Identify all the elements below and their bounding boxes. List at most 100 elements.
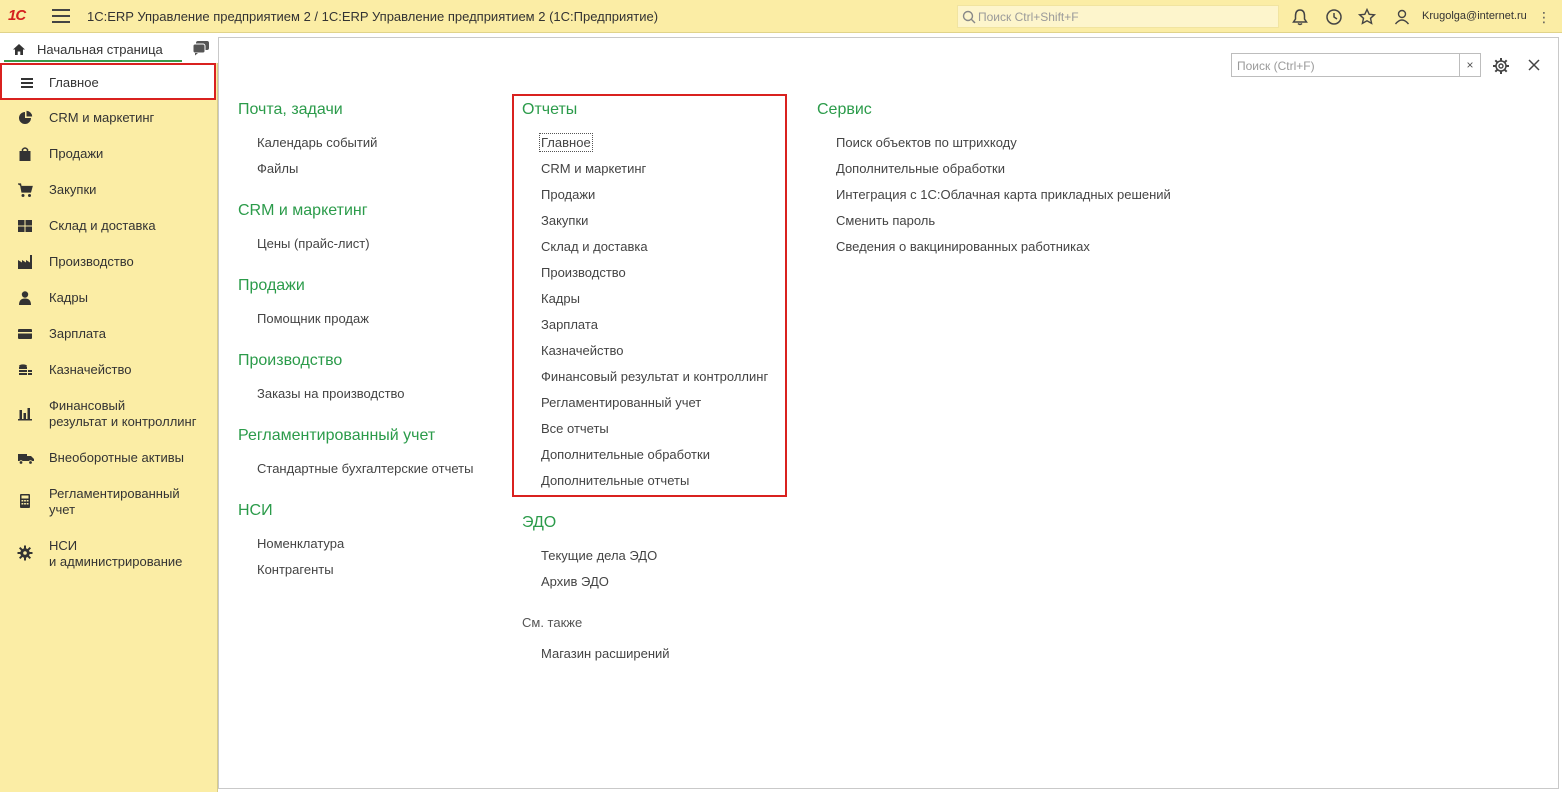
tab-strip: Начальная страница [0, 33, 218, 63]
star-icon[interactable] [1357, 7, 1377, 27]
link-edo-archive[interactable]: Архив ЭДО [541, 574, 609, 589]
section-title-sales: Продажи [238, 277, 305, 294]
see-also-title: См. также [522, 615, 583, 630]
sidebar-item-label: Главное [49, 75, 99, 90]
link-report-sales[interactable]: Продажи [541, 187, 595, 202]
sidebar-item-label: Регламентированный [49, 486, 180, 501]
shopping-bag-icon [19, 147, 31, 161]
link-cloud-map-integration[interactable]: Интеграция с 1С:Облачная карта прикладны… [836, 187, 1171, 202]
user-name[interactable]: Krugolga@internet.ru [1422, 10, 1527, 22]
link-standard-reports[interactable]: Стандартные бухгалтерские отчеты [257, 461, 473, 476]
chat-icon[interactable] [192, 40, 210, 56]
link-calendar[interactable]: Календарь событий [257, 135, 377, 150]
close-icon[interactable] [1527, 58, 1541, 72]
link-report-crm[interactable]: CRM и маркетинг [541, 161, 646, 176]
sidebar-item-label: Внеоборотные активы [49, 450, 185, 465]
link-report-hr[interactable]: Кадры [541, 291, 580, 306]
global-search-input[interactable]: Поиск Ctrl+Shift+F [957, 5, 1279, 28]
menu-lines-icon [21, 78, 33, 88]
link-extensions-store[interactable]: Магазин расширений [541, 646, 670, 661]
more-menu-icon[interactable]: ⋮ [1537, 9, 1551, 26]
section-title-edo: ЭДО [522, 514, 557, 531]
link-report-main[interactable]: Главное [539, 133, 593, 152]
link-report-purchases[interactable]: Закупки [541, 213, 588, 228]
global-search-placeholder: Поиск Ctrl+Shift+F [978, 10, 1079, 24]
sidebar-item-main[interactable]: Главное [0, 63, 216, 100]
sidebar-item-label: Производство [49, 254, 134, 269]
tab-home-label: Начальная страница [37, 42, 163, 57]
link-report-production[interactable]: Производство [541, 265, 626, 280]
sidebar-item-label: Закупки [49, 182, 97, 197]
factory-icon [18, 255, 32, 269]
sidebar-item-regulated[interactable]: Регламентированный учет [0, 482, 216, 522]
link-production-orders[interactable]: Заказы на производство [257, 386, 405, 401]
sidebar-item-salary[interactable]: Зарплата [0, 322, 216, 346]
link-edo-current[interactable]: Текущие дела ЭДО [541, 548, 657, 563]
link-nomenclature[interactable]: Номенклатура [257, 536, 344, 551]
sidebar-item-finance[interactable]: Финансовый результат и контроллинг [0, 394, 216, 434]
warehouse-grid-icon [18, 220, 32, 232]
panel-search-input[interactable]: Поиск (Ctrl+F) [1231, 53, 1460, 77]
link-report-additional-reports[interactable]: Дополнительные отчеты [541, 473, 689, 488]
cart-icon [18, 183, 33, 197]
link-report-salary[interactable]: Зарплата [541, 317, 598, 332]
sidebar-item-label: Финансовый [49, 398, 126, 413]
link-price-list[interactable]: Цены (прайс-лист) [257, 236, 370, 251]
sidebar-item-crm[interactable]: CRM и маркетинг [0, 106, 216, 130]
app-title: 1С:ERP Управление предприятием 2 / 1С:ER… [87, 9, 659, 24]
coins-icon [19, 364, 32, 375]
link-barcode-search[interactable]: Поиск объектов по штрихкоду [836, 135, 1017, 150]
app-logo: 1С [8, 7, 26, 24]
sidebar-item-warehouse[interactable]: Склад и доставка [0, 214, 216, 238]
sidebar-item-production[interactable]: Производство [0, 250, 216, 274]
sidebar-item-label: Склад и доставка [49, 218, 156, 233]
sidebar-item-purchases[interactable]: Закупки [0, 178, 216, 202]
history-icon[interactable] [1324, 7, 1344, 27]
link-report-treasury[interactable]: Казначейство [541, 343, 623, 358]
link-additional-processing[interactable]: Дополнительные обработки [836, 161, 1005, 176]
sidebar-item-label: Зарплата [49, 326, 106, 341]
link-report-all[interactable]: Все отчеты [541, 421, 609, 436]
sidebar-item-treasury[interactable]: Казначейство [0, 358, 216, 382]
clear-search-button[interactable]: × [1460, 53, 1481, 77]
section-panel: Поиск (Ctrl+F) × Почта, задачи Календарь… [218, 37, 1559, 789]
link-report-warehouse[interactable]: Склад и доставка [541, 239, 648, 254]
main-menu-button[interactable] [52, 9, 70, 23]
user-icon[interactable] [1392, 7, 1412, 27]
sidebar-item-label: НСИ [49, 538, 78, 553]
bell-icon[interactable] [1290, 7, 1310, 27]
link-sales-assistant[interactable]: Помощник продаж [257, 311, 369, 326]
sidebar-item-sales[interactable]: Продажи [0, 142, 216, 166]
section-title-reports: Отчеты [522, 101, 578, 118]
section-title-production: Производство [238, 352, 343, 369]
link-files[interactable]: Файлы [257, 161, 298, 176]
sections-sidebar: Главное CRM и маркетинг Продажи Закупки … [0, 63, 218, 792]
link-report-regulated[interactable]: Регламентированный учет [541, 395, 701, 410]
link-report-finance[interactable]: Финансовый результат и контроллинг [541, 369, 768, 384]
link-counterparties[interactable]: Контрагенты [257, 562, 334, 577]
section-title-crm: CRM и маркетинг [238, 202, 368, 219]
sidebar-item-label: Продажи [49, 146, 104, 161]
pie-chart-icon [19, 110, 33, 124]
sidebar-item-label: учет [49, 502, 76, 517]
section-title-mail: Почта, задачи [238, 101, 343, 118]
link-change-password[interactable]: Сменить пароль [836, 213, 935, 228]
sidebar-item-label: и администрирование [49, 554, 183, 569]
settings-gear-icon[interactable] [1492, 57, 1510, 75]
link-report-additional-processing[interactable]: Дополнительные обработки [541, 447, 710, 462]
sidebar-item-assets[interactable]: Внеоборотные активы [0, 446, 216, 470]
link-vaccinated-employees[interactable]: Сведения о вакцинированных работниках [836, 239, 1090, 254]
home-icon [13, 44, 25, 55]
sidebar-item-label: Кадры [49, 290, 88, 305]
gear-icon [17, 545, 33, 561]
person-icon [19, 291, 31, 305]
tab-home[interactable]: Начальная страница [4, 36, 182, 62]
section-title-service: Сервис [817, 101, 872, 118]
sidebar-item-label: Казначейство [49, 362, 132, 377]
calculator-icon [20, 494, 30, 508]
sidebar-item-nsi-admin[interactable]: НСИ и администрирование [0, 534, 216, 574]
truck-icon [18, 454, 34, 465]
section-title-nsi: НСИ [238, 502, 273, 519]
panel-search-placeholder: Поиск (Ctrl+F) [1237, 59, 1315, 73]
sidebar-item-hr[interactable]: Кадры [0, 286, 216, 310]
